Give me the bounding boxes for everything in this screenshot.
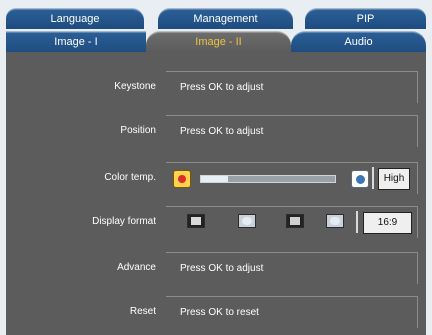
format-window-icon[interactable] bbox=[238, 214, 256, 228]
format-4-3-icon[interactable] bbox=[187, 214, 205, 228]
color-temp-slider-fill bbox=[201, 176, 228, 182]
position-label: Position bbox=[120, 125, 156, 136]
position-value: Press OK to adjust bbox=[180, 126, 264, 137]
keystone-field[interactable]: Press OK to adjust bbox=[166, 71, 418, 103]
reset-label: Reset bbox=[129, 306, 156, 317]
divider bbox=[356, 211, 358, 233]
warm-color-icon bbox=[173, 170, 191, 188]
advance-value: Press OK to adjust bbox=[180, 263, 264, 274]
tab-language[interactable]: Language bbox=[6, 8, 144, 29]
reset-field[interactable]: Press OK to reset bbox=[166, 296, 418, 328]
keystone-row[interactable]: Keystone Press OK to adjust bbox=[6, 71, 426, 103]
divider bbox=[372, 167, 374, 189]
cool-color-icon bbox=[351, 170, 369, 188]
tab-audio[interactable]: Audio bbox=[291, 31, 426, 53]
color-temp-label: Color temp. bbox=[104, 172, 156, 183]
tab-bar: Language Management PIP Image - I Image … bbox=[6, 6, 426, 53]
display-format-value[interactable]: 16:9 bbox=[363, 212, 412, 234]
advance-label: Advance bbox=[117, 262, 156, 273]
position-field[interactable]: Press OK to adjust bbox=[166, 115, 418, 147]
color-temp-row[interactable]: Color temp. High bbox=[6, 162, 426, 194]
position-row[interactable]: Position Press OK to adjust bbox=[6, 115, 426, 147]
keystone-label: Keystone bbox=[114, 81, 156, 92]
reset-value: Press OK to reset bbox=[180, 307, 259, 318]
display-format-row[interactable]: Display format 16:9 bbox=[6, 206, 426, 238]
tab-image-1[interactable]: Image - I bbox=[6, 31, 146, 53]
display-format-label: Display format bbox=[92, 216, 156, 227]
keystone-value: Press OK to adjust bbox=[180, 82, 264, 93]
color-temp-slider[interactable] bbox=[200, 175, 336, 183]
format-letterbox-icon[interactable] bbox=[286, 214, 304, 228]
tab-pip[interactable]: PIP bbox=[305, 8, 426, 29]
reset-row[interactable]: Reset Press OK to reset bbox=[6, 296, 426, 328]
advance-row[interactable]: Advance Press OK to adjust bbox=[6, 252, 426, 284]
color-temp-value[interactable]: High bbox=[378, 168, 410, 190]
tab-management[interactable]: Management bbox=[158, 8, 293, 29]
settings-panel: Keystone Press OK to adjust Position Pre… bbox=[6, 52, 426, 335]
advance-field[interactable]: Press OK to adjust bbox=[166, 252, 418, 284]
tab-image-2[interactable]: Image - II bbox=[146, 31, 291, 53]
format-wide-icon[interactable] bbox=[326, 214, 344, 228]
osd-menu: Language Management PIP Image - I Image … bbox=[0, 0, 432, 335]
